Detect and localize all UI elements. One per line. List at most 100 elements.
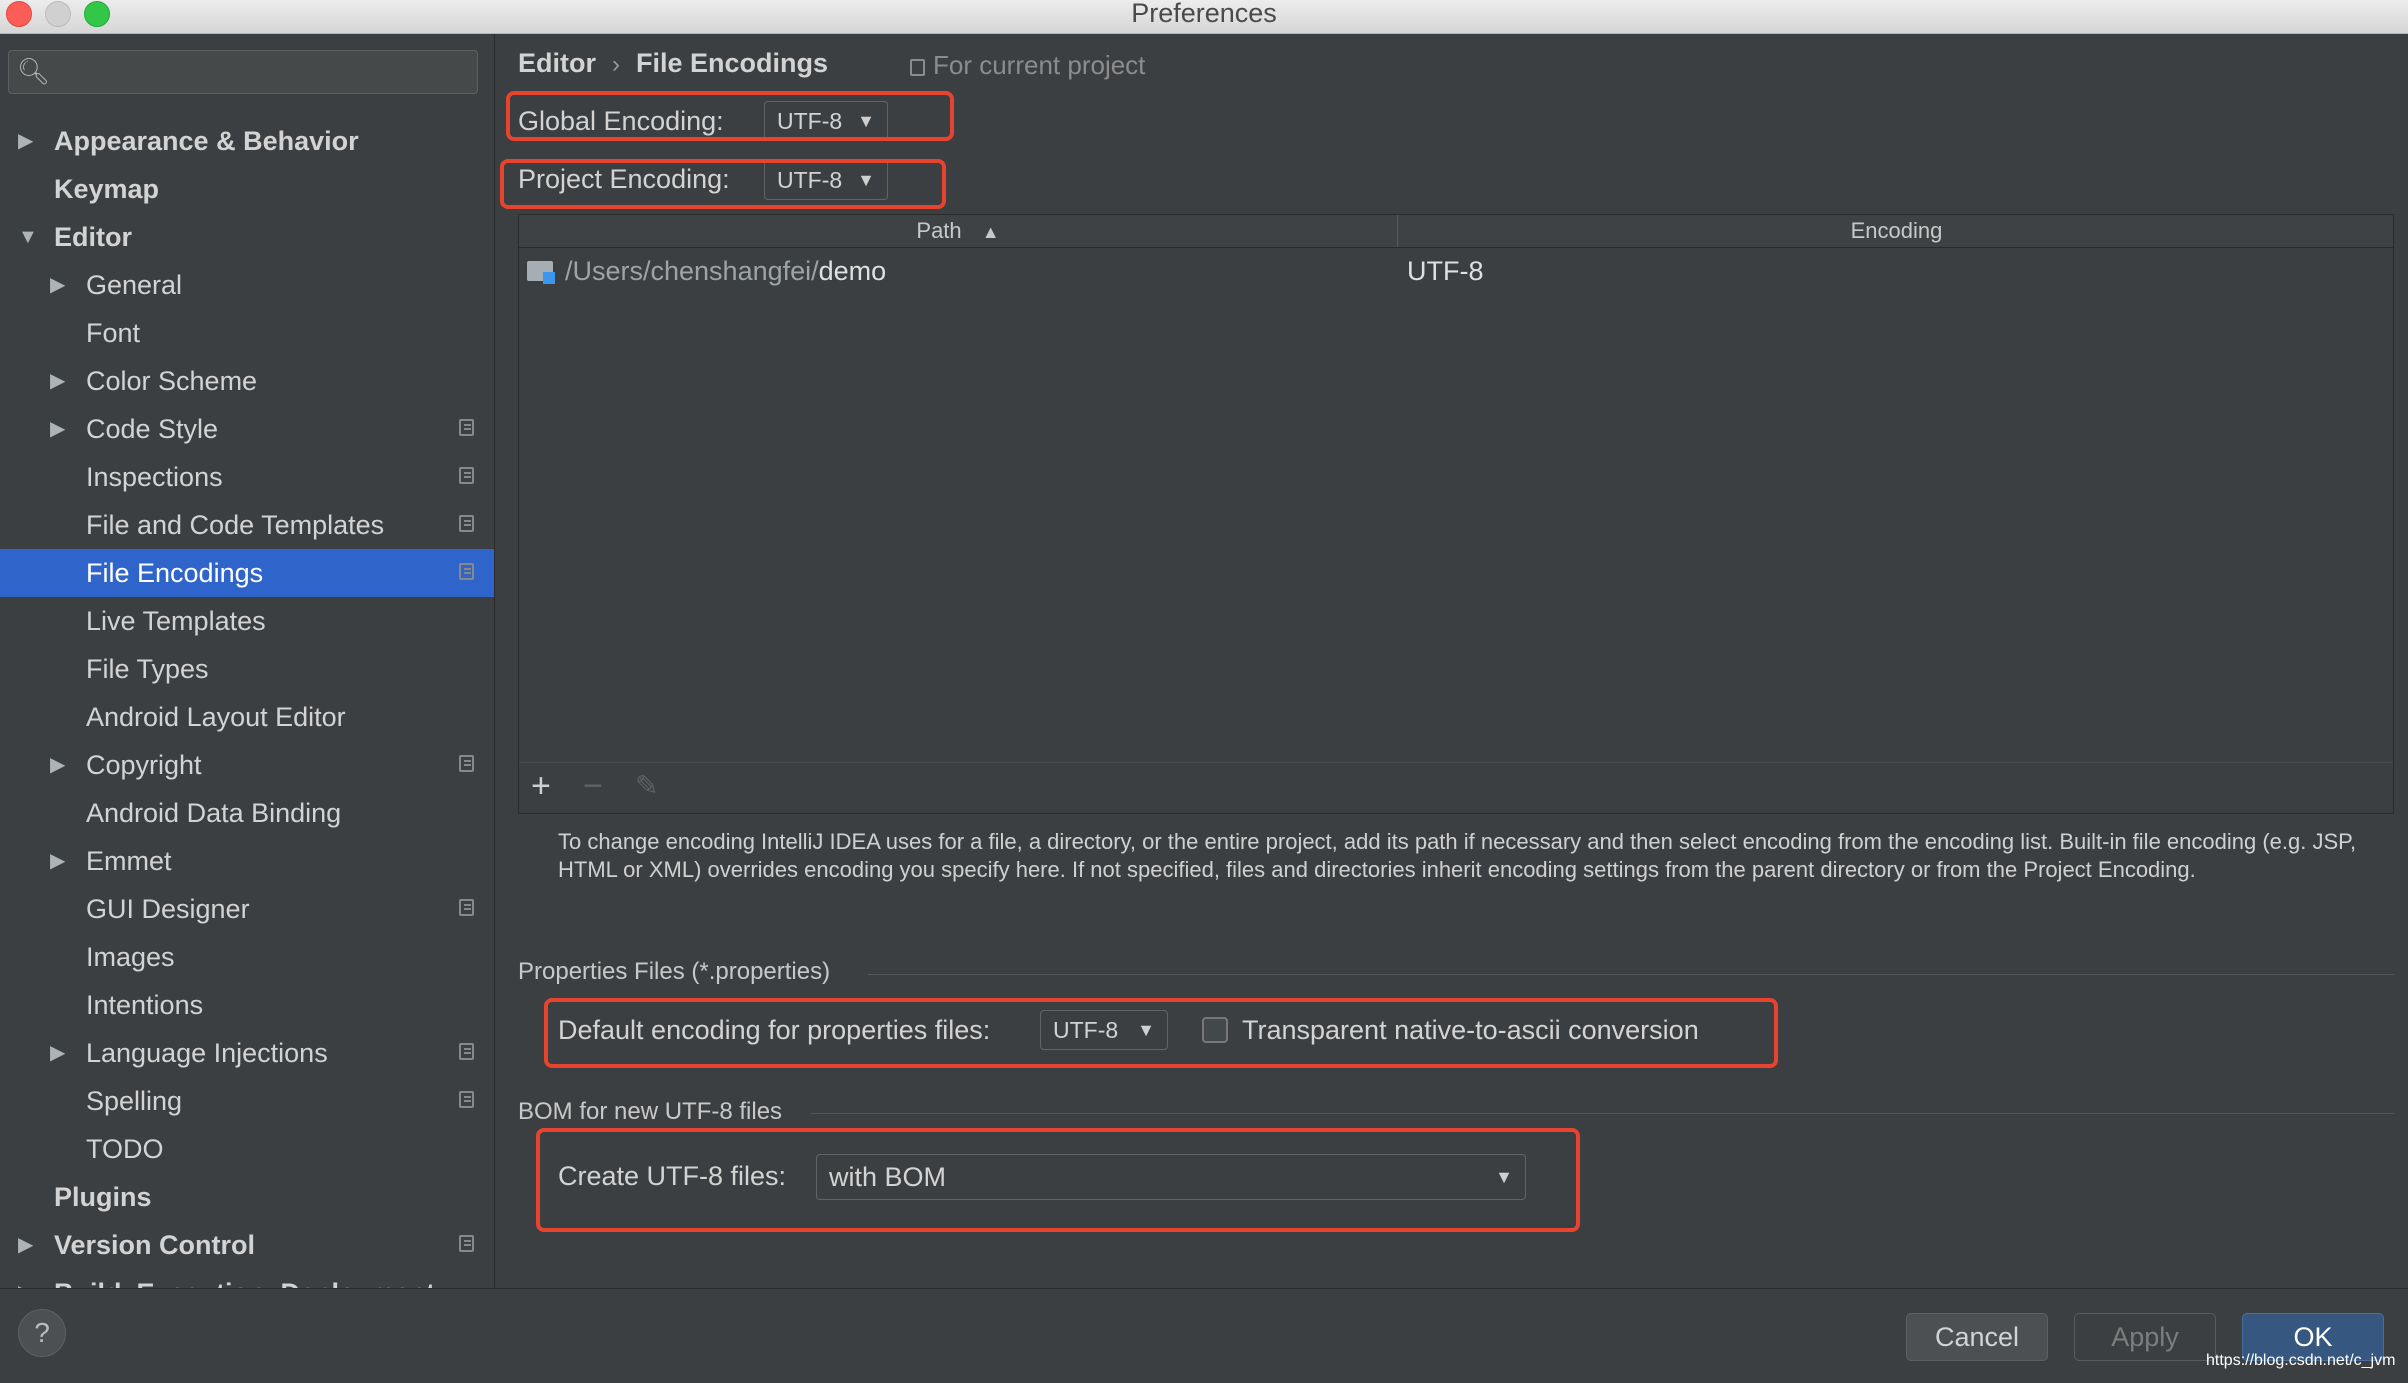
sidebar-item-intentions[interactable]: Intentions [0,981,494,1029]
breadcrumb-separator: › [612,51,620,78]
project-scope-icon [459,899,474,916]
sidebar-item-build-execution-deployment[interactable]: ▶ Build, Execution, Deployment [0,1269,494,1288]
sidebar-item-label: Spelling [86,1086,183,1116]
sidebar-item-label: Keymap [54,174,160,204]
row-path: /Users/chenshangfei/demo [565,251,886,291]
title-bar: Preferences [0,0,2408,34]
help-description: To change encoding IntelliJ IDEA uses fo… [558,829,2357,882]
table-toolbar: + − ✎ [519,762,2393,813]
column-header-encoding[interactable]: Encoding [1398,215,2395,247]
sidebar-item-label: Inspections [86,462,223,492]
window-title: Preferences [1131,0,1277,28]
chevron-down-icon: ▼ [1495,1167,1513,1187]
sidebar-item-file-types[interactable]: File Types [0,645,494,693]
sidebar-item-label: Color Scheme [86,366,258,396]
folder-icon [527,261,555,284]
collapsed-arrow-icon[interactable]: ▶ [18,117,33,165]
sidebar-item-label: Intentions [86,990,204,1020]
sidebar-item-code-style[interactable]: ▶ Code Style [0,405,494,453]
column-header-path[interactable]: Path ▲ [519,215,1398,247]
scope-text: For current project [933,50,1146,80]
sidebar-item-emmet[interactable]: ▶ Emmet [0,837,494,885]
collapsed-arrow-icon[interactable]: ▶ [50,405,65,453]
global-encoding-label: Global Encoding: [518,106,724,136]
chevron-down-icon: ▼ [857,111,875,131]
breadcrumb-parent[interactable]: Editor [518,48,596,78]
project-encoding-select[interactable]: UTF-8 ▼ [764,160,888,200]
sidebar-item-label: Font [86,318,141,348]
collapsed-arrow-icon[interactable]: ▶ [50,1029,65,1077]
sidebar-item-inspections[interactable]: Inspections [0,453,494,501]
collapsed-arrow-icon[interactable]: ▶ [50,261,65,309]
properties-encoding-value: UTF-8 [1053,1017,1119,1043]
collapsed-arrow-icon[interactable]: ▶ [50,741,65,789]
help-button[interactable]: ? [18,1309,66,1357]
sidebar-item-copyright[interactable]: ▶ Copyright [0,741,494,789]
section-divider [810,1113,2394,1114]
project-scope-icon [459,1043,474,1060]
add-icon[interactable]: + [531,769,551,803]
collapsed-arrow-icon[interactable]: ▶ [18,1221,33,1269]
row-encoding[interactable]: UTF-8 [1407,251,1484,291]
sidebar-item-plugins[interactable]: Plugins [0,1173,494,1221]
sidebar-item-label: File and Code Templates [86,510,385,540]
bom-create-select[interactable]: with BOM ▼ [816,1154,1526,1200]
transparent-conversion-checkbox[interactable] [1202,1017,1228,1043]
sidebar-item-label: Plugins [54,1182,152,1212]
column-path-label: Path [916,218,962,243]
project-scope-icon [459,1091,474,1108]
search-input[interactable] [69,55,473,91]
sidebar-item-gui-designer[interactable]: GUI Designer [0,885,494,933]
cancel-button[interactable]: Cancel [1906,1313,2048,1361]
section-divider [868,974,2394,975]
sidebar-item-label: Editor [54,222,132,252]
search-icon[interactable]: 🔍︎ [17,56,50,87]
project-encoding-value: UTF-8 [777,167,843,193]
collapsed-arrow-icon[interactable]: ▶ [18,1269,33,1288]
project-scope-icon [459,419,474,436]
sidebar-item-label: File Types [86,654,209,684]
sidebar-item-spelling[interactable]: Spelling [0,1077,494,1125]
sidebar-item-images[interactable]: Images [0,933,494,981]
transparent-conversion-label[interactable]: Transparent native-to-ascii conversion [1242,1015,1699,1046]
sidebar-item-android-data-binding[interactable]: Android Data Binding [0,789,494,837]
sidebar-item-todo[interactable]: TODO [0,1125,494,1173]
chevron-down-icon: ▼ [857,170,875,190]
project-scope-icon [459,563,474,580]
bom-create-label: Create UTF-8 files: [558,1161,787,1191]
sidebar-item-label: File Encodings [86,558,264,588]
table-row[interactable]: /Users/chenshangfei/demo UTF-8 [519,251,2393,291]
global-encoding-select[interactable]: UTF-8 ▼ [764,101,888,141]
scope-label: For current project [910,50,1145,81]
encodings-table: Path ▲ Encoding /Users/chenshangfei/demo… [518,214,2394,814]
sidebar-item-keymap[interactable]: Keymap [0,165,494,213]
sidebar-item-general[interactable]: ▶ General [0,261,494,309]
row-path-name: demo [818,256,887,286]
sidebar-item-label: Code Style [86,414,219,444]
expanded-arrow-icon[interactable]: ▼ [18,213,38,261]
sidebar-item-font[interactable]: Font [0,309,494,357]
project-scope-icon [910,59,925,76]
bom-section-title: BOM for new UTF-8 files [518,1098,783,1125]
sidebar-item-file-and-code-templates[interactable]: File and Code Templates [0,501,494,549]
collapsed-arrow-icon[interactable]: ▶ [50,357,65,405]
settings-sidebar: 🔍︎ ▶ Appearance & Behavior Keymap ▼ Editor ▶ G… [0,34,495,1288]
remove-icon[interactable]: − [583,769,603,803]
settings-search[interactable]: 🔍︎ [8,50,478,94]
sidebar-item-editor[interactable]: ▼ Editor [0,213,494,261]
sidebar-item-appearance-behavior[interactable]: ▶ Appearance & Behavior [0,117,494,165]
sidebar-item-version-control[interactable]: ▶ Version Control [0,1221,494,1269]
project-scope-icon [459,755,474,772]
sidebar-item-language-injections[interactable]: ▶ Language Injections [0,1029,494,1077]
properties-section-title: Properties Files (*.properties) [518,958,831,985]
sidebar-item-android-layout-editor[interactable]: Android Layout Editor [0,693,494,741]
sidebar-item-label: Language Injections [86,1038,328,1068]
project-scope-icon [459,1235,474,1252]
edit-icon[interactable]: ✎ [635,771,658,801]
sidebar-item-color-scheme[interactable]: ▶ Color Scheme [0,357,494,405]
sidebar-item-live-templates[interactable]: Live Templates [0,597,494,645]
apply-button[interactable]: Apply [2074,1313,2216,1361]
collapsed-arrow-icon[interactable]: ▶ [50,837,65,885]
properties-encoding-select[interactable]: UTF-8 ▼ [1040,1010,1168,1050]
sidebar-item-file-encodings[interactable]: File Encodings [0,549,494,597]
